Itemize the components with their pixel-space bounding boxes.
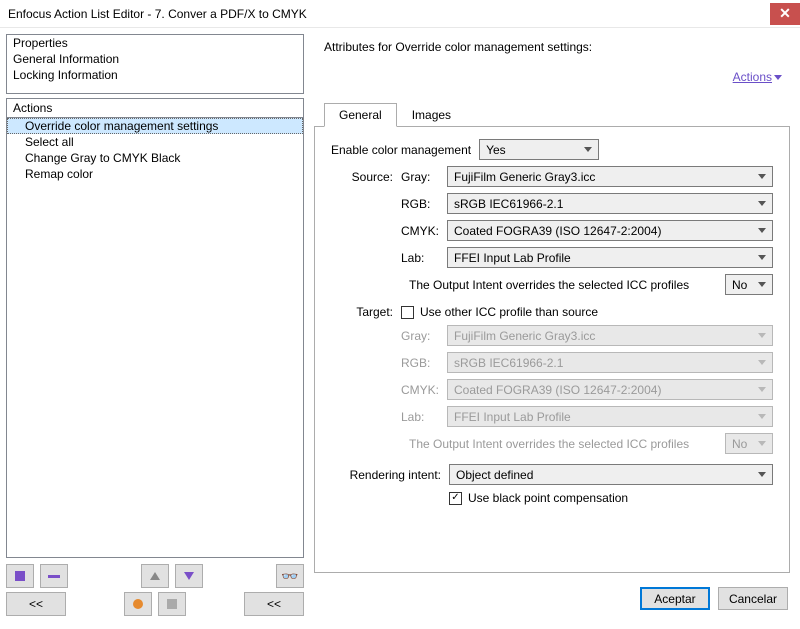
- stop-button[interactable]: [158, 592, 186, 616]
- nav-prev-button[interactable]: <<: [6, 592, 66, 616]
- actions-list[interactable]: Override color management settings Selec…: [6, 118, 304, 558]
- left-pane: Properties General Information Locking I…: [0, 28, 310, 624]
- chevron-down-icon: [758, 387, 766, 392]
- target-override-select: No: [725, 433, 773, 454]
- chevron-down-icon: [758, 228, 766, 233]
- properties-item[interactable]: Locking Information: [7, 67, 303, 83]
- title-bar: Enfocus Action List Editor - 7. Conver a…: [0, 0, 800, 28]
- source-override-note: The Output Intent overrides the selected…: [409, 278, 719, 292]
- properties-item[interactable]: Properties: [7, 35, 303, 51]
- stop-icon: [167, 599, 177, 609]
- rgb-label: RGB:: [401, 197, 447, 211]
- target-cmyk-label: CMYK:: [401, 383, 447, 397]
- cancel-button[interactable]: Cancelar: [718, 587, 788, 610]
- enable-select[interactable]: Yes: [479, 139, 599, 160]
- action-item-selectall[interactable]: Select all: [7, 134, 303, 150]
- chevron-down-icon: [774, 75, 782, 80]
- target-override-note: The Output Intent overrides the selected…: [409, 437, 719, 451]
- black-point-checkbox[interactable]: ✓: [449, 492, 462, 505]
- glasses-icon: 👓: [281, 568, 298, 585]
- properties-list[interactable]: Properties General Information Locking I…: [6, 34, 304, 94]
- target-gray-select: FujiFilm Generic Gray3.icc: [447, 325, 773, 346]
- use-other-label: Use other ICC profile than source: [420, 305, 598, 319]
- source-rgb-select[interactable]: sRGB IEC61966-2.1: [447, 193, 773, 214]
- source-lab-select[interactable]: FFEI Input Lab Profile: [447, 247, 773, 268]
- action-item-changegray[interactable]: Change Gray to CMYK Black: [7, 150, 303, 166]
- action-item-remap[interactable]: Remap color: [7, 166, 303, 182]
- target-lab-label: Lab:: [401, 410, 447, 424]
- chevron-down-icon: [758, 472, 766, 477]
- target-rgb-select: sRGB IEC61966-2.1: [447, 352, 773, 373]
- target-cmyk-select: Coated FOGRA39 (ISO 12647-2:2004): [447, 379, 773, 400]
- remove-button[interactable]: [40, 564, 68, 588]
- actions-header: Actions: [6, 98, 304, 118]
- chevron-down-icon: [758, 201, 766, 206]
- arrow-down-icon: [184, 572, 194, 580]
- source-label: Source:: [331, 170, 401, 184]
- properties-item[interactable]: General Information: [7, 51, 303, 67]
- chevron-down-icon: [758, 441, 766, 446]
- use-other-checkbox[interactable]: [401, 306, 414, 319]
- chevron-down-icon: [758, 333, 766, 338]
- duplicate-button[interactable]: [6, 564, 34, 588]
- chevron-down-icon: [758, 414, 766, 419]
- record-button[interactable]: [124, 592, 152, 616]
- actions-menu-link[interactable]: Actions: [733, 70, 782, 84]
- move-up-button[interactable]: [141, 564, 169, 588]
- tab-body-general: Enable color management Yes Source: Gray…: [314, 127, 790, 573]
- chevron-down-icon: [758, 360, 766, 365]
- rendering-select[interactable]: Object defined: [449, 464, 773, 485]
- nav-next-button[interactable]: <<: [244, 592, 304, 616]
- black-point-label: Use black point compensation: [468, 491, 628, 505]
- tab-bar: General Images: [314, 102, 790, 127]
- target-rgb-label: RGB:: [401, 356, 447, 370]
- minus-icon: [48, 575, 60, 578]
- source-override-select[interactable]: No: [725, 274, 773, 295]
- tab-images[interactable]: Images: [397, 103, 466, 127]
- gray-label: Gray:: [401, 170, 447, 184]
- tab-general[interactable]: General: [324, 103, 397, 127]
- chevron-down-icon: [758, 282, 766, 287]
- chevron-down-icon: [758, 174, 766, 179]
- target-gray-label: Gray:: [401, 329, 447, 343]
- duplicate-icon: [15, 571, 25, 581]
- inspect-button[interactable]: 👓: [276, 564, 304, 588]
- attributes-header: Attributes for Override color management…: [324, 40, 790, 54]
- source-cmyk-select[interactable]: Coated FOGRA39 (ISO 12647-2:2004): [447, 220, 773, 241]
- action-item-override[interactable]: Override color management settings: [7, 118, 303, 134]
- move-down-button[interactable]: [175, 564, 203, 588]
- target-lab-select: FFEI Input Lab Profile: [447, 406, 773, 427]
- rendering-label: Rendering intent:: [331, 468, 449, 482]
- lab-label: Lab:: [401, 251, 447, 265]
- enable-label: Enable color management: [331, 143, 471, 157]
- chevron-down-icon: [758, 255, 766, 260]
- right-pane: Attributes for Override color management…: [310, 28, 800, 624]
- close-button[interactable]: ✕: [770, 3, 800, 25]
- cmyk-label: CMYK:: [401, 224, 447, 238]
- target-label: Target:: [331, 305, 401, 319]
- window-title: Enfocus Action List Editor - 7. Conver a…: [8, 7, 770, 21]
- source-gray-select[interactable]: FujiFilm Generic Gray3.icc: [447, 166, 773, 187]
- arrow-up-icon: [150, 572, 160, 580]
- accept-button[interactable]: Aceptar: [640, 587, 710, 610]
- record-icon: [133, 599, 143, 609]
- chevron-down-icon: [584, 147, 592, 152]
